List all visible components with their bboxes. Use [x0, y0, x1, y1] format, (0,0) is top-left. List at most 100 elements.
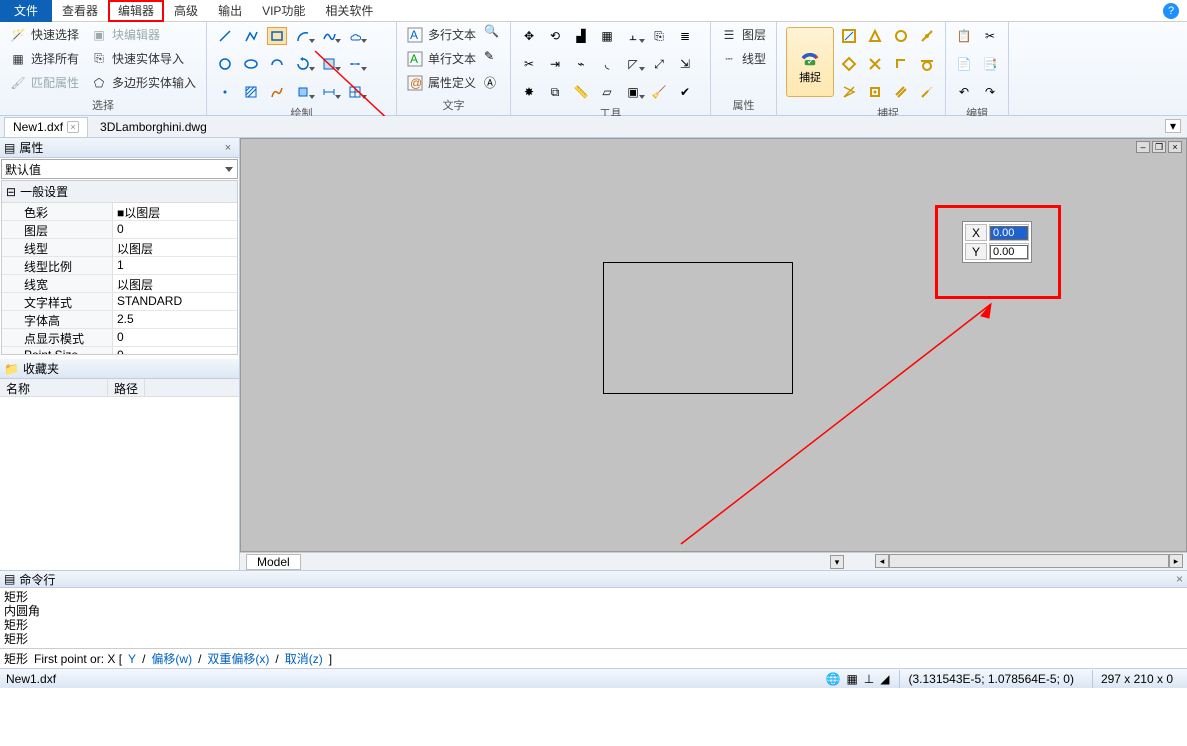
area-tool[interactable]: ▱ — [597, 83, 617, 101]
menu-viewer[interactable]: 查看器 — [52, 0, 108, 22]
status-icon-1[interactable]: 🌐 — [826, 672, 841, 686]
snap-parallel[interactable] — [891, 83, 911, 101]
snap-quadrant[interactable] — [839, 55, 859, 73]
menu-file[interactable]: 文件 — [0, 0, 52, 22]
snap-nearest[interactable] — [839, 83, 859, 101]
text-style-tool[interactable]: Ⓐ — [484, 74, 504, 96]
status-icon-4[interactable]: ◢ — [880, 672, 889, 686]
canvas-minimize[interactable]: – — [1136, 141, 1150, 153]
snap-endpoint[interactable] — [839, 27, 859, 45]
prop-lineweight[interactable]: 线宽以图层 — [2, 275, 237, 293]
menu-advanced[interactable]: 高级 — [164, 0, 208, 22]
text-edit-tool[interactable]: ✎ — [484, 49, 504, 71]
spline-tool[interactable] — [319, 27, 339, 45]
y-input[interactable] — [990, 245, 1028, 259]
hatch-tool[interactable] — [241, 83, 261, 101]
join-tool[interactable]: ⧉ — [545, 83, 565, 101]
capture-button[interactable]: ✓ 捕捉 — [786, 27, 834, 97]
array-tool[interactable]: ▦ — [597, 27, 617, 45]
default-combo[interactable]: 默认值 — [1, 159, 238, 179]
text-find-tool[interactable]: 🔍 — [484, 24, 504, 46]
measure-tool[interactable]: 📏 — [571, 83, 591, 101]
quick-entity-import-button[interactable]: ⎘快速实体导入 — [87, 48, 200, 69]
mirror-tool[interactable]: ▟ — [571, 27, 591, 45]
fav-col-path[interactable]: 路径 — [108, 379, 145, 396]
paste-clipboard[interactable]: 📄 — [954, 55, 974, 73]
help-icon[interactable]: ? — [1163, 3, 1179, 19]
snap-extension[interactable] — [917, 83, 937, 101]
prop-ltscale[interactable]: 线型比例1 — [2, 257, 237, 275]
rotate-tool[interactable]: ⟲ — [545, 27, 565, 45]
snap-insert[interactable] — [865, 83, 885, 101]
drawing-canvas[interactable]: – ❐ × X Y — [240, 138, 1187, 552]
arc-tool[interactable] — [293, 27, 313, 45]
polygon-entity-input-button[interactable]: ⬠多边形实体输入 — [87, 72, 200, 93]
snap-tangent[interactable] — [917, 55, 937, 73]
snap-perpendicular[interactable] — [891, 55, 911, 73]
command-close-icon[interactable]: × — [1176, 572, 1183, 586]
explode-tool[interactable]: ✸ — [519, 83, 539, 101]
point-tool[interactable] — [215, 83, 235, 101]
cmd-link-cancel[interactable]: 取消(z) — [285, 650, 323, 667]
snap-intersection[interactable] — [865, 55, 885, 73]
purge-tool[interactable]: 🧹 — [649, 83, 669, 101]
snap-node[interactable] — [917, 27, 937, 45]
stretch-tool[interactable]: ⇲ — [675, 55, 695, 73]
scale-tool[interactable]: ⤢ — [649, 55, 669, 73]
chamfer-tool[interactable]: ◸ — [623, 55, 643, 73]
line-tool[interactable] — [215, 27, 235, 45]
break-tool[interactable]: ⌁ — [571, 55, 591, 73]
canvas-restore[interactable]: ❐ — [1152, 141, 1166, 153]
scroll-left[interactable]: ◂ — [875, 554, 889, 568]
move-tool[interactable]: ✥ — [519, 27, 539, 45]
prop-pointsize[interactable]: Point Size0 — [2, 347, 237, 355]
redo-button[interactable]: ↷ — [980, 83, 1000, 101]
match-properties-button[interactable]: 🖌匹配属性 — [6, 72, 83, 93]
align-tool[interactable]: ⫠ — [623, 27, 643, 45]
group-tool[interactable]: ▣ — [623, 83, 643, 101]
polyline-tool[interactable] — [241, 27, 261, 45]
copy-clipboard[interactable]: 📋 — [954, 27, 974, 45]
cmd-link-offset[interactable]: 偏移(w) — [151, 650, 192, 667]
menu-related[interactable]: 相关软件 — [315, 0, 383, 22]
menu-output[interactable]: 输出 — [208, 0, 252, 22]
arc3-tool[interactable] — [267, 55, 287, 73]
cmd-link-double-offset[interactable]: 双重偏移(x) — [207, 650, 269, 667]
audit-tool[interactable]: ✔ — [675, 83, 695, 101]
prop-textheight[interactable]: 字体高2.5 — [2, 311, 237, 329]
menu-editor[interactable]: 编辑器 — [108, 0, 164, 22]
scroll-right[interactable]: ▸ — [1169, 554, 1183, 568]
undo-button[interactable]: ↶ — [954, 83, 974, 101]
prop-pdmode[interactable]: 点显示模式0 — [2, 329, 237, 347]
ellipse-tool[interactable] — [241, 55, 261, 73]
prop-linetype[interactable]: 线型以图层 — [2, 239, 237, 257]
snap-midpoint[interactable] — [865, 27, 885, 45]
cmd-link-y[interactable]: Y — [128, 652, 136, 666]
block-editor-button[interactable]: ▣块编辑器 — [87, 24, 200, 45]
prop-textstyle[interactable]: 文字样式STANDARD — [2, 293, 237, 311]
canvas-close[interactable]: × — [1168, 141, 1182, 153]
quick-select-button[interactable]: 🪄快速选择 — [6, 24, 83, 45]
sketch-tool[interactable] — [267, 83, 287, 101]
offset-tool[interactable]: ≣ — [675, 27, 695, 45]
tab-lambo[interactable]: 3DLamborghini.dwg — [91, 117, 216, 137]
cloud-tool[interactable] — [345, 27, 365, 45]
snap-center[interactable] — [891, 27, 911, 45]
rectangle-tool[interactable] — [267, 27, 287, 45]
extend-tool[interactable]: ⇥ — [545, 55, 565, 73]
status-icon-2[interactable]: ▦ — [846, 672, 857, 686]
section-general[interactable]: ⊟ 一般设置 — [2, 181, 237, 203]
copy-tool[interactable]: ⎘ — [649, 27, 669, 45]
circle-tool[interactable] — [215, 55, 235, 73]
x-input[interactable] — [990, 226, 1028, 240]
fillet-tool[interactable]: ◟ — [597, 55, 617, 73]
tab-new1[interactable]: New1.dxf× — [4, 117, 88, 137]
tabs-dropdown[interactable]: ▾ — [1165, 119, 1181, 133]
close-tab-icon[interactable]: × — [67, 121, 79, 133]
status-icon-3[interactable]: ⊥ — [864, 672, 874, 686]
panel-close-icon[interactable]: × — [221, 141, 235, 155]
cut-clipboard[interactable]: ✂ — [980, 27, 1000, 45]
paste-special[interactable]: 📑 — [980, 55, 1000, 73]
linetype-button[interactable]: ┄线型 — [717, 48, 770, 69]
layer-button[interactable]: ☰图层 — [717, 24, 770, 45]
